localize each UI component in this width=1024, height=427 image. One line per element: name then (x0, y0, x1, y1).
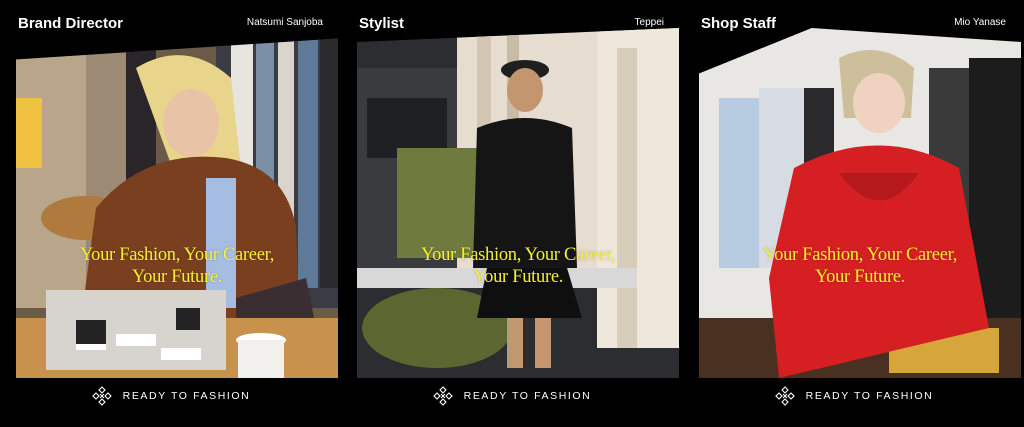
photo-shop-staff (699, 28, 1021, 378)
footer-label: READY TO FASHION (463, 390, 592, 402)
person-name: Mio Yanase (954, 17, 1006, 28)
slogan-line-1: Your Fashion, Your Career, (79, 245, 275, 265)
photo-brand-director (16, 38, 338, 378)
campaign-strip: Brand Director Natsumi Sanjoba Your Fash… (0, 0, 1024, 427)
slogan-line-2: Your Future. (814, 267, 906, 287)
panel-brand-director: Brand Director Natsumi Sanjoba Your Fash… (0, 0, 341, 427)
slogan-line-1: Your Fashion, Your Career, (420, 245, 616, 265)
photo-stylist (357, 28, 679, 378)
diamond-cross-logo-icon (774, 386, 795, 406)
role-title: Brand Director (18, 15, 124, 32)
role-title: Stylist (359, 15, 405, 32)
footer-label: READY TO FASHION (805, 390, 934, 402)
role-title: Shop Staff (701, 15, 776, 32)
footer-brand: READY TO FASHION (683, 386, 1024, 406)
panel-shop-staff: Shop Staff Mio Yanase Your Fashion, Your… (683, 0, 1024, 427)
slogan: Your Fashion, Your Career, Your Future. (357, 244, 679, 288)
footer-brand: READY TO FASHION (341, 386, 682, 406)
photo-illustration (357, 28, 679, 378)
photo-illustration (699, 28, 1021, 378)
slogan: Your Fashion, Your Career, Your Future. (16, 244, 338, 288)
slogan-line-1: Your Fashion, Your Career, (762, 245, 958, 265)
slogan: Your Fashion, Your Career, Your Future. (699, 244, 1021, 288)
person-name: Teppei (634, 17, 664, 28)
diamond-cross-logo-icon (91, 386, 112, 406)
footer-label: READY TO FASHION (122, 390, 251, 402)
slogan-line-2: Your Future. (131, 267, 223, 287)
footer-brand: READY TO FASHION (0, 386, 341, 406)
diamond-cross-logo-icon (432, 386, 453, 406)
photo-illustration (16, 38, 338, 378)
panel-stylist: Stylist Teppei Your Fashion, Your Career… (341, 0, 682, 427)
person-name: Natsumi Sanjoba (246, 17, 323, 28)
slogan-line-2: Your Future. (472, 267, 564, 287)
